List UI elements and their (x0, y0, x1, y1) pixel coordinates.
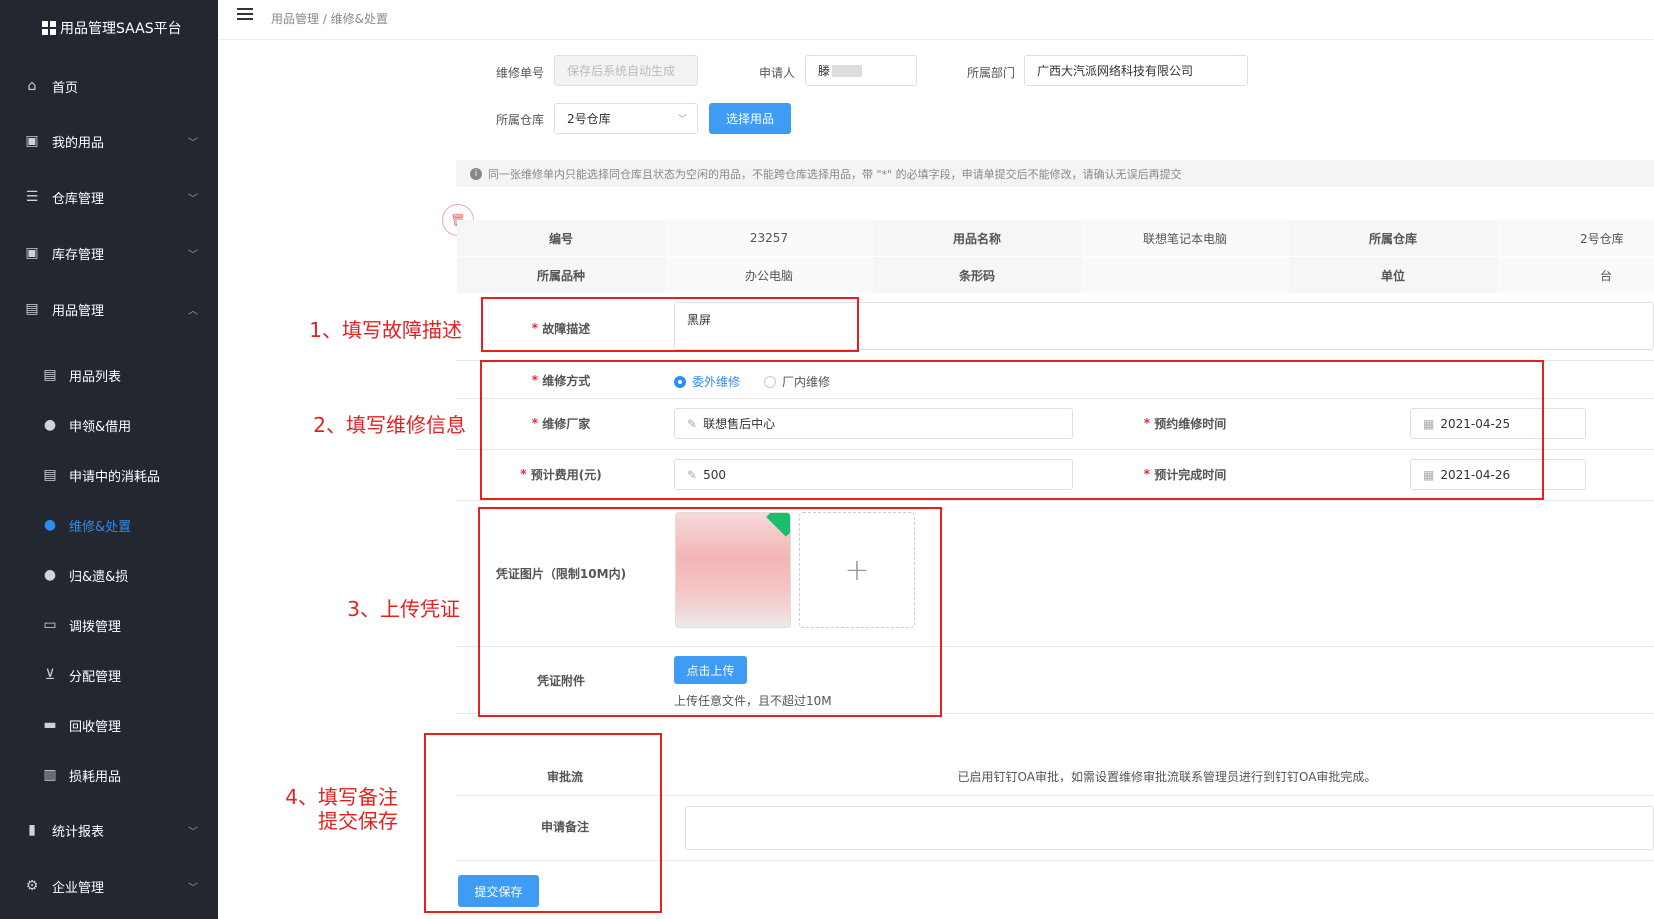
table-cell: 2号仓库 (1497, 220, 1654, 256)
annotation-step-1: 1、填写故障描述 (309, 318, 462, 342)
chevron-up-icon: ︿ (188, 305, 198, 317)
table-header-cell: 所属仓库 (1289, 220, 1497, 256)
gear-icon: ⚙ (25, 878, 39, 894)
nav-item-list[interactable]: ▤ 用品列表 (0, 355, 218, 395)
nav-home[interactable]: ⌂ 首页 (0, 66, 218, 106)
bag-icon: ▣ (25, 133, 39, 149)
grid-icon (42, 21, 56, 35)
chevron-down-icon: ﹀ (188, 882, 198, 894)
nav-repair[interactable]: ● 维修&处置 (0, 505, 218, 545)
order-no-input[interactable]: 保存后系统自动生成 (554, 55, 698, 86)
home-icon: ⌂ (27, 78, 37, 94)
app-logo[interactable]: 用品管理SAAS平台 (42, 18, 182, 38)
app-title: 用品管理SAAS平台 (60, 21, 182, 37)
annotation-box-fault (481, 297, 859, 352)
table-cell: 23257 (665, 220, 873, 256)
sidebar: 用品管理SAAS平台 ⌂ 首页 ▣ 我的用品 ﹀ ☰ 仓库管理 ﹀ ▣ 库存管理 ﹀ ▤ 用品管… (0, 0, 218, 919)
nav-borrow[interactable]: ● 申领&借用 (0, 405, 218, 445)
annotation-step-3: 3、上传凭证 (347, 597, 460, 621)
applicant-label: 申请人 (759, 66, 796, 80)
table-header-cell: 编号 (457, 220, 665, 256)
menu-toggle-icon[interactable] (237, 8, 253, 22)
approval-text: 已启用钉钉OA审批，如需设置维修审批流联系管理员进行到钉钉OA审批完成。 (957, 769, 1377, 784)
annotation-box-voucher (478, 507, 942, 717)
dept-label: 所属部门 (967, 66, 1016, 80)
nav-enterprise[interactable]: ⚙ 企业管理 ﹀ (0, 866, 218, 906)
warehouse-label: 所属仓库 (496, 113, 545, 127)
nav-transfer[interactable]: ▭ 调拨管理 (0, 605, 218, 645)
chevron-down-icon: ﹀ (188, 826, 198, 838)
trash-icon: ▥ (43, 767, 57, 783)
applicant-input[interactable]: 滕 (805, 55, 917, 86)
nav-stock[interactable]: ▣ 库存管理 ﹀ (0, 233, 218, 273)
nav-my-items[interactable]: ▣ 我的用品 ﹀ (0, 121, 218, 161)
nav-return[interactable]: ● 归&遗&损 (0, 555, 218, 595)
nav-report[interactable]: ▮ 统计报表 ﹀ (0, 810, 218, 850)
box-icon: ▣ (25, 245, 39, 261)
blurred-name (832, 64, 863, 77)
bar-chart-icon: ▮ (28, 822, 36, 838)
remark-textarea[interactable] (685, 806, 1654, 850)
annotation-box-remark (424, 733, 662, 913)
annotation-step-4a: 4、填写备注 (285, 785, 398, 809)
chevron-down-icon: ﹀ (188, 193, 198, 205)
table-cell: 台 (1497, 257, 1654, 293)
nav-loss[interactable]: ▥ 损耗用品 (0, 755, 218, 795)
nav-consumables[interactable]: ▤ 申请中的消耗品 (0, 455, 218, 495)
info-icon: i (470, 167, 482, 180)
top-bar: 用品管理 / 维修&处置 (218, 0, 1654, 40)
annotation-box-repair (480, 360, 1544, 500)
user-icon: ● (43, 567, 57, 583)
order-no-label: 维修单号 (496, 66, 545, 80)
select-items-button[interactable]: 选择用品 (709, 103, 791, 134)
clipboard-icon: ▤ (43, 367, 57, 383)
nav-warehouse[interactable]: ☰ 仓库管理 ﹀ (0, 177, 218, 217)
table-cell (1081, 257, 1289, 293)
chevron-down-icon: ﹀ (188, 137, 198, 149)
cart-icon: ⊻ (44, 667, 56, 683)
monitor-icon: ▬ (43, 717, 57, 733)
clipboard-icon: ▤ (43, 467, 57, 483)
warehouse-select[interactable]: 2号仓库 ﹀ (554, 103, 698, 134)
table-header-cell: 用品名称 (873, 220, 1081, 256)
table-cell: 联想笔记本电脑 (1081, 220, 1289, 256)
annotation-step-4b: 提交保存 (318, 809, 398, 833)
inbox-icon: ▤ (25, 301, 39, 317)
nav-item-management[interactable]: ▤ 用品管理 ︿ (0, 289, 218, 329)
truck-icon: ▭ (43, 617, 57, 633)
user-icon: ● (43, 517, 57, 533)
annotation-step-2: 2、填写维修信息 (313, 413, 466, 437)
table-cell: 办公电脑 (665, 257, 873, 293)
nav-recycle[interactable]: ▬ 回收管理 (0, 705, 218, 745)
dept-input[interactable]: 广西大汽派网络科技有限公司 (1024, 55, 1248, 86)
chevron-down-icon: ﹀ (677, 115, 687, 125)
info-tip: i 同一张维修单内只能选择同仓库且状态为空闲的用品，不能跨仓库选择用品，带 "*"… (456, 160, 1654, 187)
database-icon: ☰ (25, 189, 39, 205)
row-divider (456, 500, 1654, 501)
table-header-cell: 条形码 (873, 257, 1081, 293)
user-icon: ● (43, 417, 57, 433)
breadcrumb: 用品管理 / 维修&处置 (271, 12, 389, 26)
table-header-cell: 单位 (1289, 257, 1497, 293)
nav-assign[interactable]: ⊻ 分配管理 (0, 655, 218, 695)
chevron-down-icon: ﹀ (188, 249, 198, 261)
table-header-cell: 所属品种 (457, 257, 665, 293)
